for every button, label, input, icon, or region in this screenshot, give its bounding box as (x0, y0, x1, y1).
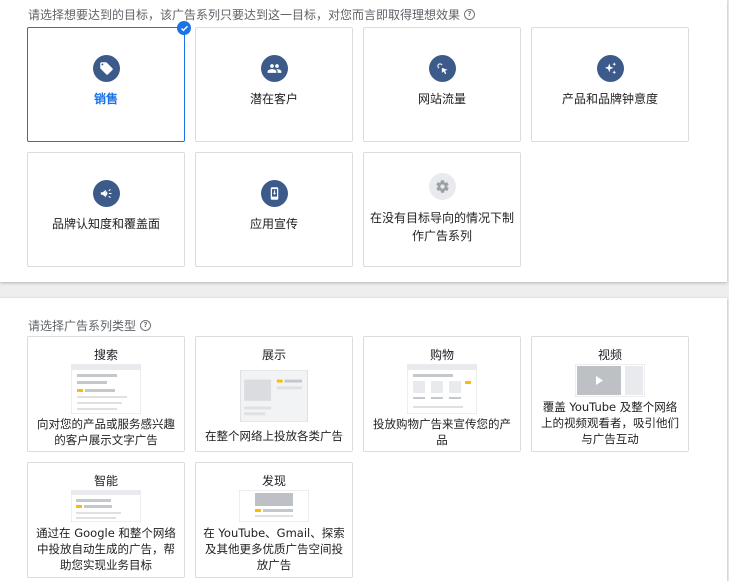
goal-card-brand-awareness[interactable]: 品牌认知度和覆盖面 (27, 152, 185, 267)
goal-card-brand-consideration[interactable]: 产品和品牌钟意度 (531, 27, 689, 142)
megaphone-icon (93, 180, 120, 207)
type-description: 投放购物广告来宣传您的产品 (373, 417, 511, 447)
smart-ad-illustration (71, 490, 141, 522)
type-description: 覆盖 YouTube 及整个网络上的视频观看者，吸引他们与广告互动 (541, 400, 679, 446)
goal-card-app-promotion[interactable]: 应用宣传 (195, 152, 353, 267)
goal-label: 潜在客户 (249, 92, 298, 106)
type-title: 搜索 (93, 348, 118, 362)
type-title: 发现 (261, 474, 286, 488)
type-section-title: 请选择广告系列类型 ? (28, 317, 152, 334)
help-icon[interactable]: ? (464, 9, 476, 20)
check-icon (177, 21, 191, 35)
type-card-search[interactable]: 搜索 向对您的产品或服务感兴趣的客户展示文字广告 (27, 336, 185, 452)
type-title: 展示 (261, 348, 286, 362)
goal-section-title: 请选择想要达到的目标，该广告系列只要达到这一目标，对您而言即取得理想效果 ? (28, 6, 476, 23)
type-title: 智能 (93, 474, 118, 488)
type-description: 向对您的产品或服务感兴趣的客户展示文字广告 (37, 417, 175, 447)
campaign-type-panel: 请选择广告系列类型 ? 搜索 向对您的产品或服务感兴趣的客户展示文字广告 展示 (0, 298, 727, 581)
tag-icon (93, 55, 120, 82)
goal-label: 销售 (93, 92, 118, 106)
help-icon[interactable]: ? (140, 320, 152, 331)
type-card-discovery[interactable]: 发现 在 YouTube、Gmail、探索及其他更多优质广告空间投放广告 (195, 462, 353, 578)
display-ad-illustration (240, 370, 308, 422)
goal-card-sales[interactable]: 销售 (27, 21, 191, 142)
type-card-video[interactable]: 视频 覆盖 YouTube 及整个网络上的视频观看者，吸引他们与广告互动 (531, 336, 689, 452)
goal-card-website-traffic[interactable]: 网站流量 (363, 27, 521, 142)
type-card-display[interactable]: 展示 在整个网络上投放各类广告 (195, 336, 353, 452)
type-title: 购物 (429, 348, 454, 362)
type-description: 通过在 Google 和整个网络中投放自动生成的广告，帮助您实现业务目标 (36, 526, 176, 572)
goal-label: 应用宣传 (249, 217, 298, 231)
search-ad-illustration (71, 364, 141, 414)
type-title: 视频 (597, 348, 622, 362)
goal-selection-panel: 请选择想要达到的目标，该广告系列只要达到这一目标，对您而言即取得理想效果 ? 销… (0, 0, 727, 282)
shopping-ad-illustration (407, 364, 477, 414)
type-card-shopping[interactable]: 购物 投放购物广告来宣传您的产品 (363, 336, 521, 452)
type-section-title-text: 请选择广告系列类型 (28, 319, 137, 333)
goal-section-title-text: 请选择想要达到的目标，该广告系列只要达到这一目标，对您而言即取得理想效果 (28, 8, 461, 22)
people-icon (261, 55, 288, 82)
type-card-smart[interactable]: 智能 通过在 Google 和整个网络中投放自动生成的广告，帮助您实现业务目标 (27, 462, 185, 578)
discovery-ad-illustration (239, 490, 309, 522)
phone-download-icon (261, 180, 288, 207)
gear-icon (429, 173, 456, 200)
goal-label: 品牌认知度和覆盖面 (51, 217, 160, 231)
goal-label: 产品和品牌钟意度 (561, 92, 658, 106)
video-ad-illustration (575, 364, 645, 397)
goal-card-no-goal[interactable]: 在没有目标导向的情况下制作广告系列 (363, 152, 521, 267)
goal-label: 网站流量 (417, 92, 466, 106)
sparkle-icon (597, 55, 624, 82)
type-description: 在 YouTube、Gmail、探索及其他更多优质广告空间投放广告 (203, 526, 345, 572)
type-description: 在整个网络上投放各类广告 (205, 429, 343, 443)
goal-card-leads[interactable]: 潜在客户 (195, 27, 353, 142)
click-cursor-icon (429, 55, 456, 82)
goal-label: 在没有目标导向的情况下制作广告系列 (370, 211, 515, 243)
